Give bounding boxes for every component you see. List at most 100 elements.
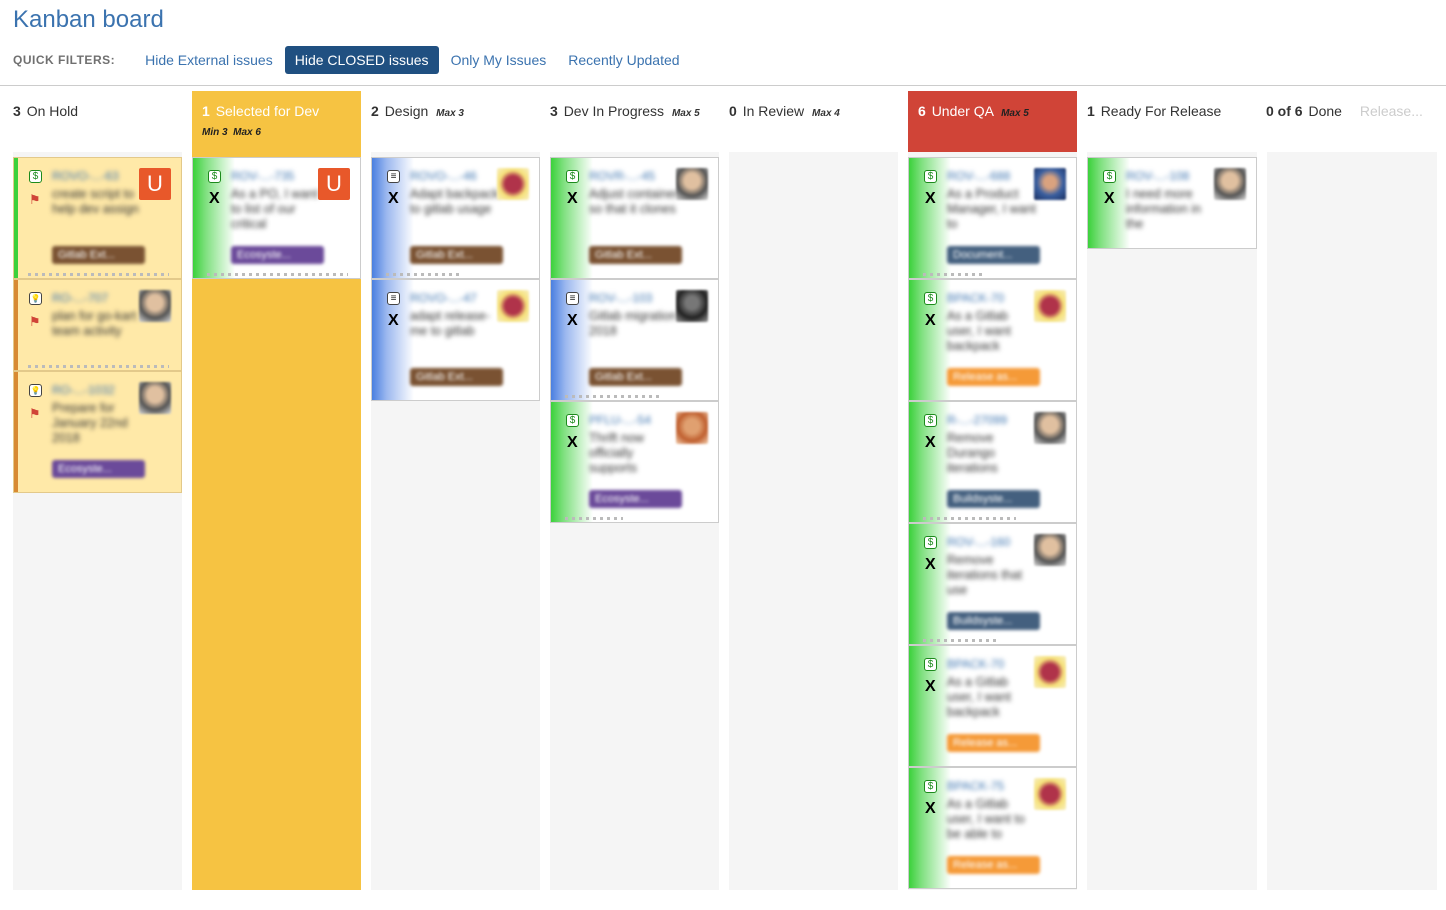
x-mark: X bbox=[925, 312, 936, 329]
idea-icon: 💡 bbox=[29, 384, 42, 397]
issue-key[interactable]: ROVR-...-45 bbox=[589, 169, 655, 183]
epic-label: Gitlab Ext... bbox=[52, 246, 145, 264]
x-mark: X bbox=[567, 312, 578, 329]
story-icon: $ bbox=[566, 414, 579, 427]
issue-key[interactable]: ROV-...-160 bbox=[947, 535, 1010, 549]
issue-card[interactable]: ≡ X ROVO-...-46 Adapt backpack to gitlab… bbox=[371, 157, 540, 279]
card-dots bbox=[923, 517, 1016, 520]
issue-key[interactable]: ROV-...-108 bbox=[1126, 169, 1189, 183]
filter-hide-external[interactable]: Hide External issues bbox=[135, 46, 283, 74]
column-name: Under QA bbox=[931, 103, 994, 119]
avatar: U bbox=[139, 168, 171, 200]
issue-card[interactable]: $ X ROV-...-735 As a PO, I want to list … bbox=[192, 157, 361, 279]
issue-key[interactable]: ROV-...-735 bbox=[231, 169, 294, 183]
issue-card[interactable]: $ X ROV-...-160 Remove iterations that u… bbox=[908, 523, 1077, 645]
issue-card[interactable]: $ X PFLU-...-54 Thrift now officially su… bbox=[550, 401, 719, 523]
issue-key[interactable]: ROV-...-103 bbox=[589, 291, 652, 305]
x-mark: X bbox=[567, 434, 578, 451]
card-color-stripe bbox=[14, 158, 18, 278]
epic-label: Document... bbox=[947, 246, 1040, 264]
column-header-dev-in-progress: 3 Dev In Progress Max 5 bbox=[550, 91, 719, 157]
issue-summary: Remove iterations that use bbox=[947, 553, 1023, 597]
issue-card[interactable]: $ ⚑ ROVO-...-63 create script to help de… bbox=[13, 157, 182, 279]
issue-key[interactable]: ROVO-...-47 bbox=[410, 291, 477, 305]
story-icon: $ bbox=[29, 170, 42, 183]
card-dots bbox=[565, 517, 623, 520]
issue-key[interactable]: RO-...-707 bbox=[52, 291, 108, 305]
column-header-done: 0 of 6 Done Release... bbox=[1266, 91, 1441, 157]
x-mark: X bbox=[388, 190, 399, 207]
issue-key[interactable]: ROVO-...-46 bbox=[410, 169, 477, 183]
issue-card[interactable]: 💡 ⚑ RO-...-707 plan for go-kart team act… bbox=[13, 279, 182, 371]
story-icon: $ bbox=[924, 780, 937, 793]
column-design: ≡ X ROVO-...-46 Adapt backpack to gitlab… bbox=[371, 152, 540, 890]
issue-key[interactable]: RO-...-1032 bbox=[52, 383, 115, 397]
column-count: 3 bbox=[13, 103, 21, 119]
column-done bbox=[1267, 152, 1437, 890]
issue-card[interactable]: ≡ X ROV-...-103 Gitlab migration 2018 Gi… bbox=[550, 279, 719, 401]
epic-label: Gitlab Ext... bbox=[410, 368, 503, 386]
epic-label: Ecosyste... bbox=[52, 460, 145, 478]
issue-summary: Adjust container so that it clones bbox=[589, 187, 679, 216]
column-name: Selected for Dev bbox=[215, 103, 320, 119]
issue-card[interactable]: $ X BPACK-70 As a Gitlab user, I want ba… bbox=[908, 279, 1077, 401]
avatar bbox=[497, 290, 529, 322]
column-count: 2 bbox=[371, 103, 379, 119]
issue-card[interactable]: 💡 ⚑ RO-...-1032 Prepare for January 22nd… bbox=[13, 371, 182, 493]
column-name: Ready For Release bbox=[1100, 103, 1222, 119]
avatar: U bbox=[318, 168, 350, 200]
card-dots bbox=[923, 639, 996, 642]
column-name: Design bbox=[384, 103, 429, 119]
filter-only-my-issues[interactable]: Only My Issues bbox=[441, 46, 557, 74]
card-dots bbox=[923, 273, 986, 276]
issue-key[interactable]: ROV-...-688 bbox=[947, 169, 1010, 183]
column-name: Done bbox=[1308, 103, 1342, 119]
x-mark: X bbox=[925, 556, 936, 573]
issue-summary: Adapt backpack to gitlab usage bbox=[410, 187, 499, 216]
avatar bbox=[1034, 656, 1066, 688]
issue-key[interactable]: R-...-27099 bbox=[947, 413, 1007, 427]
issue-card[interactable]: $ X R-...-27099 Remove Durango iteration… bbox=[908, 401, 1077, 523]
issue-card[interactable]: $ X BPACK-75 As a Gitlab user, I want to… bbox=[908, 767, 1077, 889]
x-mark: X bbox=[567, 190, 578, 207]
x-mark: X bbox=[209, 190, 220, 207]
task-icon: ≡ bbox=[387, 170, 400, 183]
card-dots bbox=[28, 365, 169, 368]
column-count: 0 of 6 bbox=[1266, 103, 1303, 119]
epic-label: Ecosyste... bbox=[589, 490, 682, 508]
filter-hide-closed[interactable]: Hide CLOSED issues bbox=[284, 46, 439, 74]
story-icon: $ bbox=[924, 170, 937, 183]
issue-card[interactable]: $ X ROV-...-688 As a Product Manager, I … bbox=[908, 157, 1077, 279]
issue-summary: Remove Durango iterations bbox=[947, 431, 998, 475]
issue-key[interactable]: BPACK-70 bbox=[947, 657, 1004, 671]
issue-key[interactable]: BPACK-75 bbox=[947, 779, 1004, 793]
card-dots bbox=[28, 273, 169, 276]
column-header-in-review: 0 In Review Max 4 bbox=[729, 91, 898, 157]
column-count: 6 bbox=[918, 103, 926, 119]
x-mark: X bbox=[925, 800, 936, 817]
avatar bbox=[1034, 168, 1066, 200]
release-link[interactable]: Release... bbox=[1360, 103, 1423, 119]
epic-label: Release as... bbox=[947, 856, 1040, 874]
epic-label: Ecosyste... bbox=[231, 246, 324, 264]
column-under-qa: $ X ROV-...-688 As a Product Manager, I … bbox=[908, 152, 1077, 890]
epic-label: Release as... bbox=[947, 368, 1040, 386]
issue-summary: create script to help dev assign bbox=[52, 187, 139, 216]
issue-card[interactable]: $ X ROV-...-108 I need more information … bbox=[1087, 157, 1257, 249]
header-divider bbox=[0, 85, 1446, 86]
avatar bbox=[676, 290, 708, 322]
issue-card[interactable]: ≡ X ROVO-...-47 adapt release-me to gitl… bbox=[371, 279, 540, 401]
issue-key[interactable]: BPACK-70 bbox=[947, 291, 1004, 305]
filter-recently-updated[interactable]: Recently Updated bbox=[558, 46, 689, 74]
board-title: Kanban board bbox=[13, 6, 164, 33]
task-icon: ≡ bbox=[566, 292, 579, 305]
flag-icon: ⚑ bbox=[29, 314, 41, 329]
column-count: 1 bbox=[1087, 103, 1095, 119]
issue-card[interactable]: $ X ROVR-...-45 Adjust container so that… bbox=[550, 157, 719, 279]
avatar bbox=[1034, 534, 1066, 566]
flag-icon: ⚑ bbox=[29, 406, 41, 421]
issue-card[interactable]: $ X BPACK-70 As a Gitlab user, I want ba… bbox=[908, 645, 1077, 767]
column-count: 3 bbox=[550, 103, 558, 119]
issue-key[interactable]: PFLU-...-54 bbox=[589, 413, 651, 427]
issue-key[interactable]: ROVO-...-63 bbox=[52, 169, 119, 183]
